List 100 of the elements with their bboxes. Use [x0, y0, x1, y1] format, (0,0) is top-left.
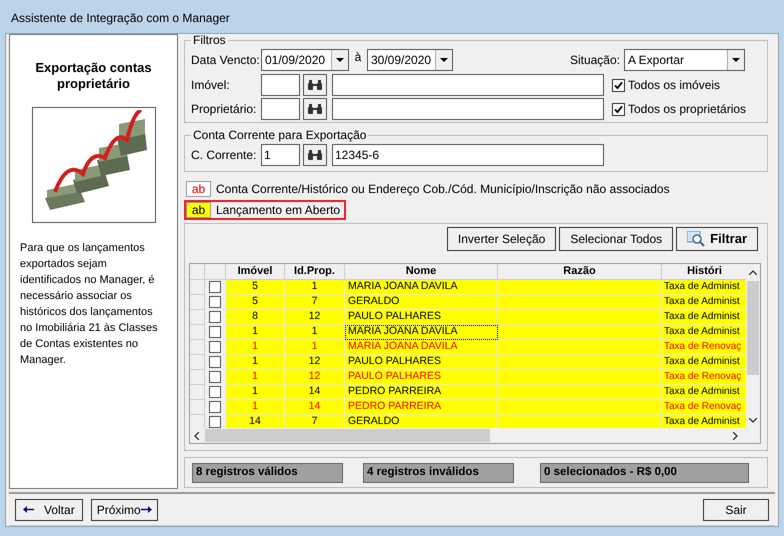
table-cell: MARIA JOANA DAVILA — [345, 280, 498, 295]
legend-label: Lançamento em Aberto — [216, 202, 340, 219]
row-checkbox[interactable] — [209, 386, 221, 398]
scroll-left-icon — [194, 432, 199, 440]
dropdown-arrow-icon — [336, 58, 344, 62]
search-button[interactable] — [303, 98, 327, 120]
row-checkbox[interactable] — [209, 326, 221, 338]
scroll-right-icon — [733, 432, 738, 440]
window-title: Assistente de Integração com o Manager — [11, 10, 230, 27]
summary-panel: 0 selecionados - R$ 0,00 — [540, 462, 749, 482]
column-header[interactable]: Razão — [498, 264, 662, 279]
row-checkbox[interactable] — [209, 311, 221, 323]
legend-label: Conta Corrente/Histórico ou Endereço Cob./Cód. Município/Inscrição não associados — [216, 181, 670, 198]
date-label: Data Vencto: — [191, 52, 261, 69]
table-cell: PAULO PALHARES — [345, 310, 498, 325]
table-cell: 14 — [285, 400, 345, 415]
search-button[interactable] — [303, 144, 327, 166]
owner-code-field[interactable] — [261, 98, 300, 120]
summary-panel: 8 registros válidos — [192, 462, 343, 482]
date-to-field[interactable]: 30/09/2020 — [367, 49, 453, 71]
table-cell: 1 — [226, 355, 285, 370]
table-cell: 1 — [226, 370, 285, 385]
table-cell: Taxa de Administ — [662, 355, 748, 370]
horizontal-scrollbar[interactable] — [190, 428, 748, 443]
table-cell: 14 — [285, 385, 345, 400]
table-cell: Taxa de Administ — [662, 310, 748, 325]
property-label: Imóvel: — [191, 77, 231, 94]
all-properties-label: Todos os imóveis — [628, 77, 720, 94]
table-cell: Taxa de Administ — [662, 295, 748, 310]
table-cell: PEDRO PARREIRA — [345, 385, 498, 400]
row-checkbox[interactable] — [209, 371, 221, 383]
row-checkbox[interactable] — [209, 341, 221, 353]
account-number-field[interactable]: 12345-6 — [332, 144, 604, 166]
row-checkbox[interactable] — [209, 281, 221, 293]
row-checkbox[interactable] — [209, 401, 221, 413]
table-cell: 12 — [285, 355, 345, 370]
table-cell: 1 — [285, 340, 345, 355]
table-cell: GERALDO — [345, 295, 498, 310]
account-label: C. Corrente: — [191, 147, 258, 164]
column-header[interactable]: Nome — [345, 264, 498, 279]
filter-button[interactable]: Filtrar — [676, 227, 758, 251]
binoculars-icon — [308, 104, 322, 114]
dropdown-arrow-icon — [440, 58, 448, 62]
row-checkbox[interactable] — [209, 416, 221, 428]
table-cell: Taxa de Renovaç — [662, 340, 748, 355]
table-cell: 12 — [285, 310, 345, 325]
arrow-left-icon — [23, 506, 34, 514]
table-cell: Taxa de Renovaç — [662, 370, 748, 385]
sidebar-heading: Exportação contas proprietário — [34, 60, 153, 92]
summary-panel: 4 registros inválidos — [363, 462, 514, 482]
binoculars-icon — [308, 150, 322, 160]
sidebar-description: Para que os lançamentos exportados sejam identificados no Manager, é necessário associar os históricos dos lançamentos no Imobiliária 21 às Classes de Contas existentes no Manager. — [19, 241, 159, 368]
vertical-scrollbar[interactable] — [746, 264, 760, 429]
action-button[interactable]: Selecionar Todos — [559, 227, 674, 251]
table-cell: MARIA JOANA DAVILA — [345, 325, 498, 340]
table-cell: Taxa de Administ — [662, 280, 748, 295]
status-label: Situação: — [570, 52, 620, 69]
table-cell: 12 — [285, 370, 345, 385]
table-cell: Taxa de Renovaç — [662, 400, 748, 415]
table-cell: 1 — [285, 280, 345, 295]
all-owners-label: Todos os proprietários — [628, 101, 746, 118]
all-properties-checkbox[interactable] — [612, 78, 625, 92]
all-owners-checkbox[interactable] — [612, 102, 625, 116]
search-button[interactable] — [303, 74, 327, 96]
binoculars-icon — [308, 80, 322, 90]
scrollbar-thumb[interactable] — [205, 429, 490, 442]
row-checkbox[interactable] — [209, 296, 221, 308]
action-button[interactable]: Inverter Seleção — [446, 227, 556, 251]
dropdown-arrow-icon — [732, 58, 740, 62]
account-code-field[interactable]: 1 — [261, 144, 300, 166]
arrow-right-icon — [140, 506, 152, 514]
scrollbar-thumb[interactable] — [747, 281, 759, 375]
legend-swatch: ab — [186, 181, 211, 197]
exit-button[interactable]: Sair — [703, 498, 769, 521]
table-cell: 1 — [226, 340, 285, 355]
column-header[interactable]: Id.Prop. — [285, 264, 345, 279]
filters-title: Filtros — [192, 34, 227, 46]
status-dropdown[interactable]: A Exportar — [624, 49, 745, 71]
table-cell: 1 — [285, 325, 345, 340]
legend-swatch: ab — [186, 202, 211, 218]
table-cell: PAULO PALHARES — [345, 370, 498, 385]
account-title: Conta Corrente para Exportação — [192, 129, 368, 141]
table-cell: Taxa de Administ — [662, 385, 748, 400]
table-cell: 8 — [226, 310, 285, 325]
row-checkbox[interactable] — [209, 356, 221, 368]
date-separator: à — [354, 49, 362, 66]
next-button[interactable]: Próximo — [90, 498, 158, 521]
owner-name-field[interactable] — [332, 98, 604, 120]
table-cell: MARIA JOANA DAVILA — [345, 340, 498, 355]
table-cell: 1 — [226, 400, 285, 415]
property-code-field[interactable] — [261, 74, 300, 96]
column-header[interactable]: Imóvel — [226, 264, 285, 279]
owner-label: Proprietário: — [191, 101, 258, 118]
table-cell: PAULO PALHARES — [345, 355, 498, 370]
magnifier-icon — [687, 231, 706, 247]
table-cell: Taxa de Administ — [662, 325, 748, 340]
table-cell: 1 — [226, 385, 285, 400]
back-button[interactable]: Voltar — [15, 498, 83, 521]
date-from-field[interactable]: 01/09/2020 — [261, 49, 349, 71]
property-name-field[interactable] — [332, 74, 604, 96]
